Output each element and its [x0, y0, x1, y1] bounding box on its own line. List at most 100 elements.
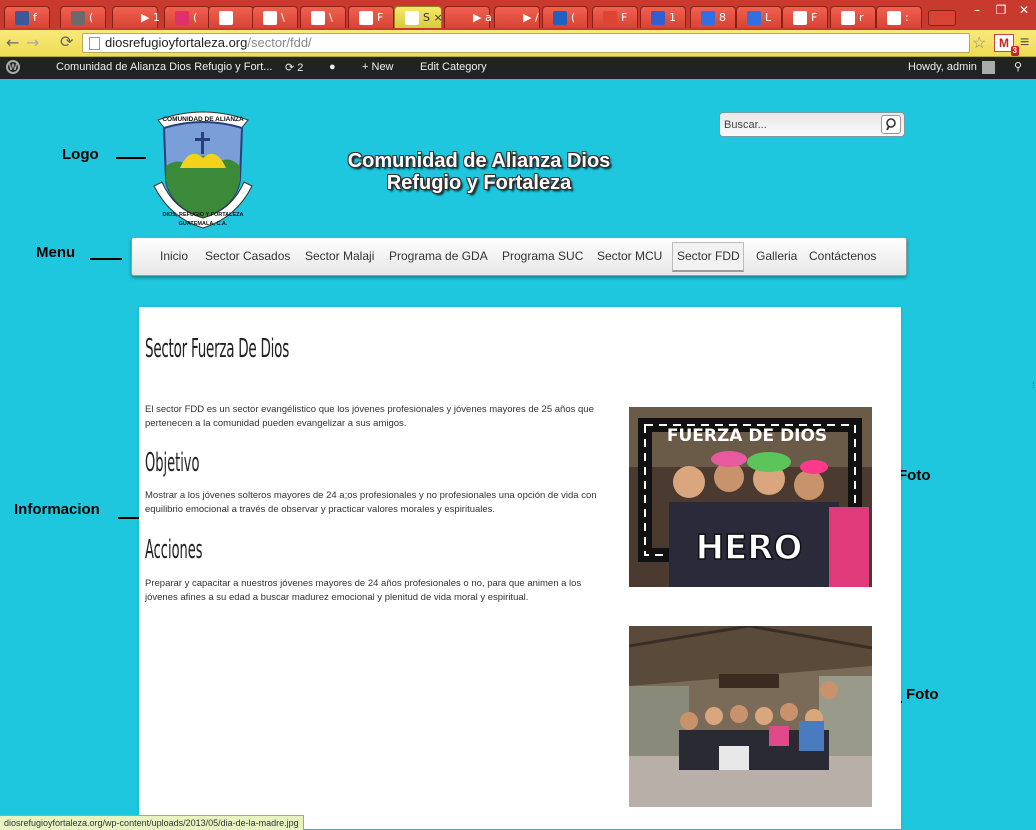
forward-icon[interactable]: →	[26, 33, 39, 52]
browser-tab[interactable]: F	[592, 6, 638, 28]
tab-favicon-icon	[553, 11, 567, 25]
tab-favicon-icon	[887, 11, 901, 25]
tab-favicon-icon	[747, 11, 761, 25]
browser-tab[interactable]	[208, 6, 254, 28]
browser-tab[interactable]: r	[830, 6, 876, 28]
close-window-button[interactable]: ✕	[1012, 0, 1036, 20]
logo-text-country: GUATEMALA, C.A.	[179, 221, 228, 227]
photo1-sign-top: FUERZA DE DIOS	[667, 426, 827, 446]
url-text[interactable]: diosrefugioyfortaleza.org/sector/fdd/	[105, 35, 312, 50]
tab-title: S ×	[423, 11, 443, 24]
howdy-link[interactable]: Howdy, admin	[908, 61, 977, 73]
menu-item-inicio[interactable]: Inicio	[160, 249, 188, 263]
new-link[interactable]: + New	[362, 61, 394, 73]
browser-toolbar: ← → ⟳ diosrefugioyfortaleza.org/sector/f…	[0, 30, 1036, 57]
browser-tab[interactable]: 1	[640, 6, 686, 28]
edit-category-link[interactable]: Edit Category	[420, 61, 487, 73]
photo1-sign-bottom: HERO	[696, 528, 803, 568]
tab-favicon-icon	[15, 11, 29, 25]
intro-paragraph: El sector FDD es un sector evangélistico…	[145, 404, 594, 429]
gmail-icon[interactable]: M3	[994, 34, 1019, 56]
site-title-line-1: Comunidad de Alianza Dios	[347, 150, 611, 172]
menu-item-programa-suc[interactable]: Programa SUC	[502, 249, 583, 263]
browser-tab-strip: f (▶ 1 (\ \ F S × ▶ a ▶ / (F 1 8 L Fr:	[0, 0, 1036, 30]
menu-item-contactenos[interactable]: Contáctenos	[809, 249, 876, 263]
tab-title: (	[571, 11, 576, 24]
menu-item-galleria[interactable]: Galleria	[756, 249, 797, 263]
tab-title: r	[859, 11, 864, 24]
annotation-info: Informacion	[14, 501, 100, 518]
menu-item-sector-mcu[interactable]: Sector MCU	[597, 249, 662, 263]
browser-tab[interactable]: L	[736, 6, 782, 28]
browser-tab[interactable]: \	[252, 6, 298, 28]
wordpress-icon[interactable]: W	[6, 60, 20, 74]
tab-title: \	[329, 11, 333, 24]
tab-favicon-icon	[175, 11, 189, 25]
browser-tab[interactable]: :	[876, 6, 922, 28]
browser-tab[interactable]: S ×	[394, 6, 443, 28]
updates-link[interactable]: ⟳ 2	[285, 61, 303, 74]
back-icon[interactable]: ←	[6, 33, 19, 52]
refresh-icon: ⟳	[285, 62, 295, 74]
tab-favicon-icon	[311, 11, 325, 25]
tab-favicon-icon	[405, 11, 419, 25]
site-logo[interactable]: COMUNIDAD DE ALIANZA DIOS, REFUGIO Y FOR…	[150, 106, 256, 232]
tab-title: (	[89, 11, 94, 24]
reload-icon[interactable]: ⟳	[60, 32, 73, 51]
menu-icon[interactable]: ≡	[1020, 34, 1029, 52]
logo-text-bottom: DIOS, REFUGIO Y FORTALEZA	[163, 212, 244, 218]
tab-favicon-icon	[359, 11, 373, 25]
browser-tab[interactable]: \	[300, 6, 346, 28]
search-input[interactable]	[724, 116, 874, 133]
objetivo-paragraph: Mostrar a los jóvenes solteros mayores d…	[145, 490, 597, 515]
tab-title: (	[193, 11, 198, 24]
bookmark-star-icon[interactable]: ☆	[972, 33, 986, 53]
main-menu: Inicio Sector Casados Sector Malaji Prog…	[131, 237, 907, 276]
browser-tab[interactable]: f	[4, 6, 50, 28]
annotation-menu-line	[90, 258, 122, 260]
magnifier-icon	[886, 118, 896, 131]
menu-item-sector-casados[interactable]: Sector Casados	[205, 249, 290, 263]
tab-title: ▶ 1	[141, 11, 160, 24]
tab-title: f	[33, 11, 37, 24]
browser-tab[interactable]: ▶ a	[444, 6, 492, 28]
menu-item-sector-malaji[interactable]: Sector Malaji	[305, 249, 374, 263]
browser-tab[interactable]: (	[60, 6, 106, 28]
tab-favicon-icon	[71, 11, 85, 25]
tab-title: F	[621, 11, 628, 24]
menu-item-programa-gda[interactable]: Programa de GDA	[389, 249, 488, 263]
annotation-foto2: Foto	[906, 686, 939, 703]
site-title[interactable]: Comunidad de Alianza Dios Refugio y Fort…	[300, 150, 658, 194]
photo-group[interactable]	[628, 624, 873, 807]
admin-site-link[interactable]: Comunidad de Alianza Dios Refugio y Fort…	[56, 61, 272, 73]
search-box	[719, 112, 905, 137]
browser-tab[interactable]: ▶ /	[494, 6, 540, 28]
browser-tab[interactable]: F	[782, 6, 828, 28]
browser-tab[interactable]: 8	[690, 6, 736, 28]
tab-title: F	[811, 11, 818, 24]
photo-fuerza-de-dios[interactable]: FUERZA DE DIOS HERO	[629, 407, 872, 587]
tab-title: \	[281, 11, 285, 24]
new-tab-button[interactable]	[928, 10, 956, 26]
status-bar: diosrefugioyfortaleza.org/wp-content/upl…	[0, 815, 304, 830]
browser-tab[interactable]: F	[348, 6, 394, 28]
search-button[interactable]	[881, 115, 901, 134]
minimize-button[interactable]: –	[966, 0, 988, 20]
tab-favicon-icon	[793, 11, 807, 25]
tab-title: :	[905, 11, 909, 24]
annotation-menu: Menu	[36, 244, 76, 261]
restore-button[interactable]: ❐	[990, 0, 1012, 20]
browser-tab[interactable]: ▶ 1	[112, 6, 160, 28]
address-bar[interactable]: diosrefugioyfortaleza.org/sector/fdd/	[82, 33, 970, 53]
comments-icon[interactable]: ●	[329, 61, 336, 73]
tab-favicon-icon	[701, 11, 715, 25]
tab-title: ▶ a	[473, 11, 492, 24]
tab-favicon-icon	[219, 11, 233, 25]
gmail-badge: 3	[1010, 46, 1019, 56]
avatar[interactable]	[982, 61, 995, 74]
tab-title: 8	[719, 11, 726, 24]
browser-tab[interactable]: (	[164, 6, 210, 28]
search-icon[interactable]: ⚲	[1014, 60, 1022, 73]
menu-item-sector-fdd[interactable]: Sector FDD	[677, 249, 740, 263]
browser-tab[interactable]: (	[542, 6, 588, 28]
